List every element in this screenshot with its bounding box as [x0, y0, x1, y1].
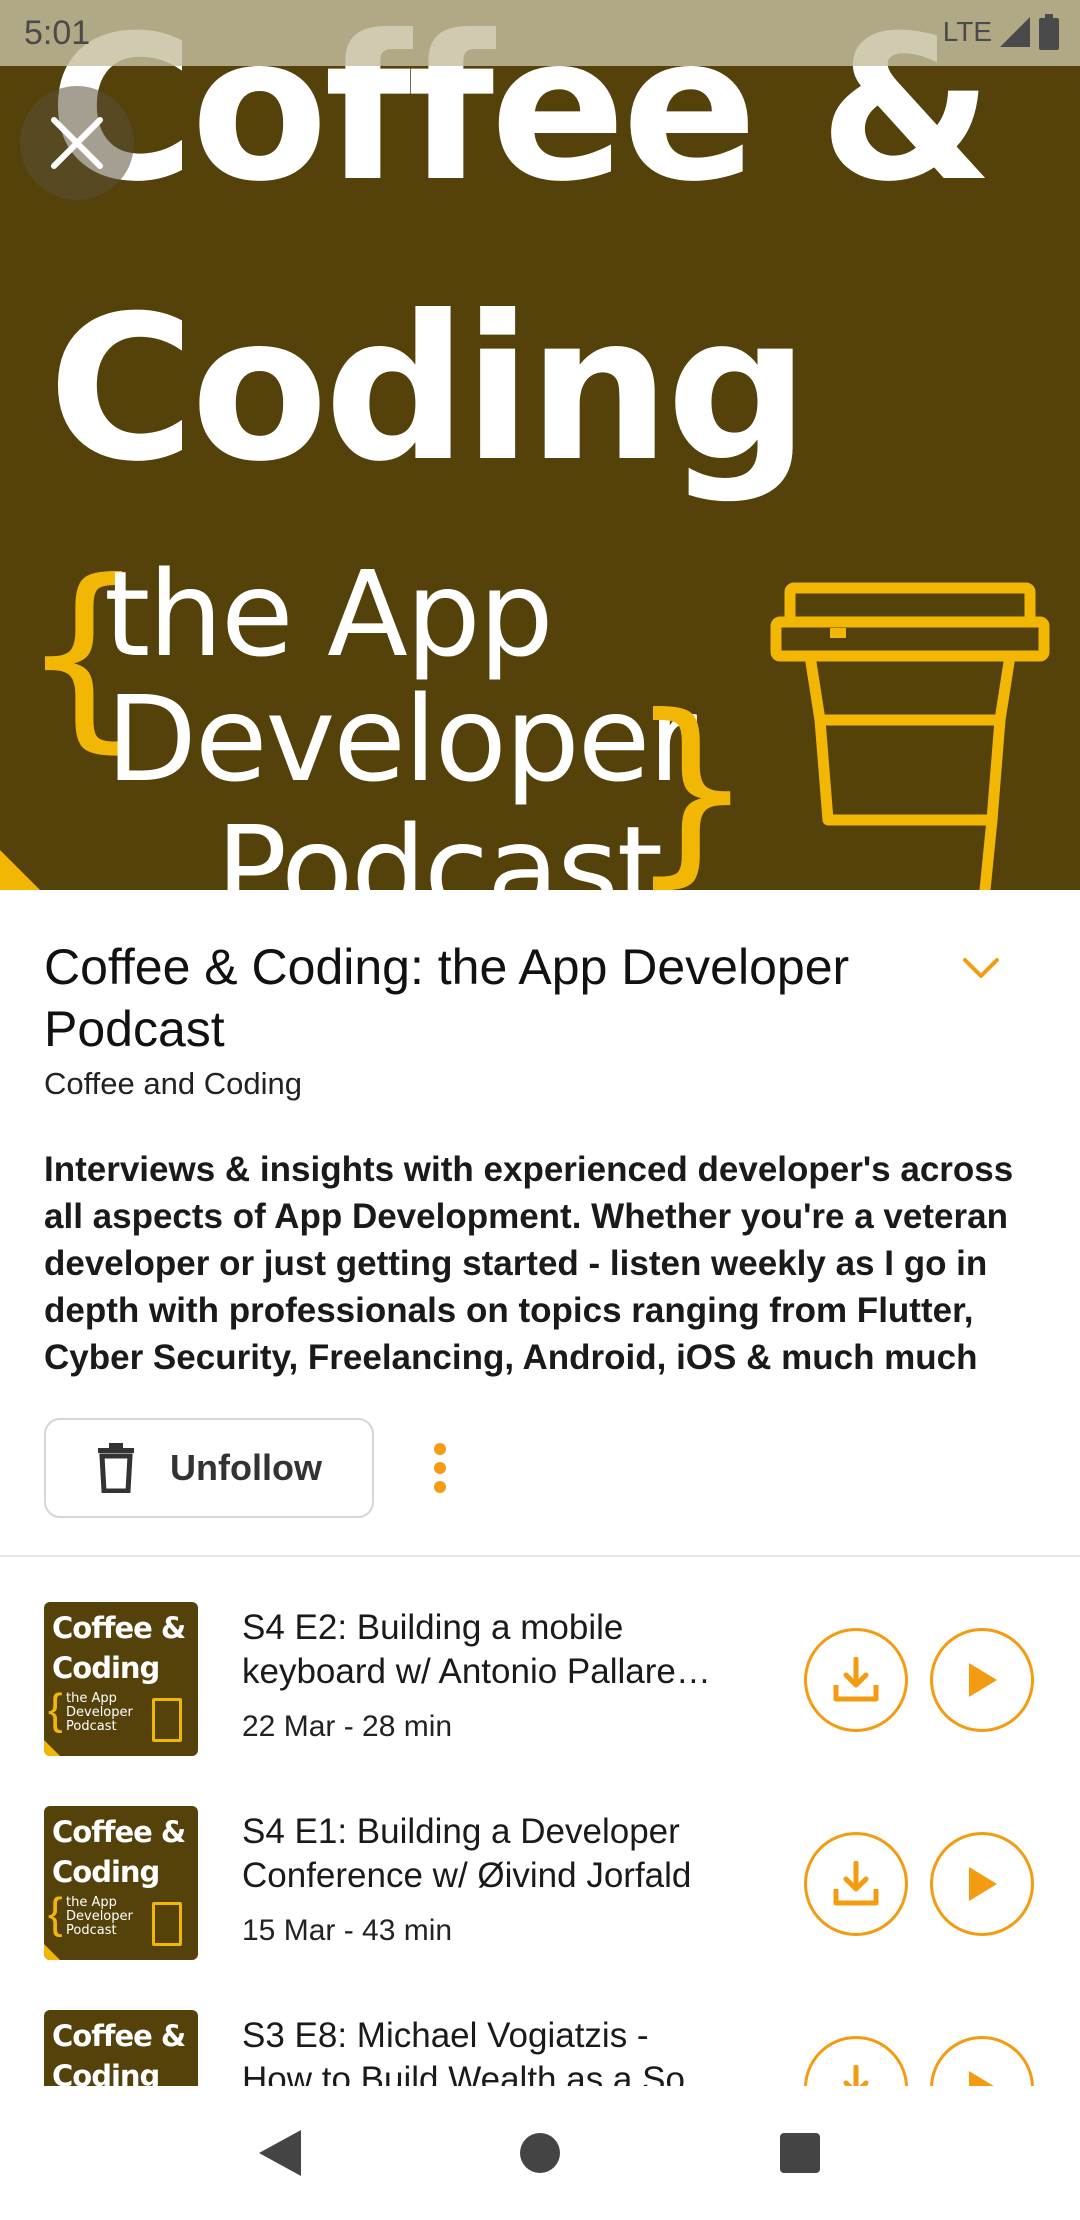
episode-title-line2: How to Build Wealth as a So…: [242, 2060, 720, 2086]
thumbnail-text-line3: the App Developer Podcast: [66, 1895, 133, 1938]
thumbnail-cup-icon: [152, 1902, 182, 1946]
podcast-title: Coffee & Coding: the App Developer Podca…: [44, 939, 850, 1057]
chevron-down-icon: [963, 958, 999, 978]
episode-meta: 22 Mar - 28 min: [242, 1710, 453, 1743]
status-icons: LTE: [943, 14, 1060, 50]
unfollow-button[interactable]: Unfollow: [44, 1418, 374, 1518]
thumbnail-corner: [44, 1944, 60, 1960]
download-button[interactable]: [804, 1832, 908, 1936]
close-button[interactable]: [20, 86, 134, 200]
episode-title[interactable]: S3 E8: Michael Vogiatzis - How to Build …: [242, 2014, 762, 2086]
cover-text-line3: the App: [104, 545, 554, 683]
section-divider: [0, 1555, 1080, 1557]
download-button[interactable]: [804, 1628, 908, 1732]
podcast-author: Coffee and Coding: [44, 1066, 302, 1101]
episode-thumbnail: Coffee & Coding { the App Developer Podc…: [44, 1806, 198, 1960]
episode-row[interactable]: Coffee & Coding { the App Developer Podc…: [0, 1560, 1080, 1764]
play-button[interactable]: [930, 1832, 1034, 1936]
cover-text-line2: Coding: [48, 273, 809, 506]
back-icon: [259, 2130, 301, 2176]
play-button[interactable]: [930, 2036, 1034, 2086]
episode-list[interactable]: Coffee & Coding { the App Developer Podc…: [0, 1560, 1080, 2086]
back-button[interactable]: [240, 2113, 320, 2193]
thumbnail-text-line3: the App Developer Podcast: [66, 1691, 133, 1734]
unfollow-label: Unfollow: [170, 1447, 322, 1488]
signal-icon: [1000, 17, 1030, 47]
download-icon: [833, 1861, 879, 1906]
thumbnail-corner: [44, 1740, 60, 1756]
play-icon: [969, 1867, 997, 1901]
recents-button[interactable]: [760, 2113, 840, 2193]
trash-icon: [98, 1443, 134, 1493]
cover-corner-accent: [0, 850, 40, 890]
episode-thumbnail: Coffee & Coding { the App Developer Podc…: [44, 1602, 198, 1756]
episode-row[interactable]: Coffee & Coding { the App Developer Podc…: [0, 1968, 1080, 2086]
network-type: LTE: [942, 16, 992, 47]
cover-text-line5: Podcast: [216, 800, 663, 890]
episode-title-line1: S3 E8: Michael Vogiatzis -: [242, 2016, 649, 2055]
download-button[interactable]: [804, 2036, 908, 2086]
play-icon: [969, 2071, 994, 2086]
thumbnail-cup-icon: [152, 1698, 182, 1742]
status-bar: 5:01 LTE: [0, 0, 1080, 66]
more-options-button[interactable]: [410, 1418, 470, 1518]
thumbnail-text-line2: Coding: [52, 1855, 160, 1889]
thumbnail-text-line2: Coding: [52, 1651, 160, 1685]
play-icon: [969, 1663, 997, 1697]
thumbnail-text-line1: Coffee &: [52, 2019, 186, 2053]
cover-brace-close: }: [628, 673, 756, 890]
play-button[interactable]: [930, 1628, 1034, 1732]
home-button[interactable]: [500, 2113, 580, 2193]
expand-description-button[interactable]: [946, 940, 1016, 996]
episode-title-line2: Conference w/ Øivind Jorfald: [242, 1856, 692, 1895]
podcast-description: Interviews & insights with experienced d…: [44, 1150, 1014, 1377]
system-navigation-bar: [0, 2086, 1080, 2220]
thumbnail-brace: {: [48, 1889, 63, 1938]
episode-title-line1: S4 E2: Building a mobile: [242, 1608, 624, 1647]
download-icon: [843, 2065, 869, 2086]
episode-title-line1: S4 E1: Building a Developer: [242, 1812, 680, 1851]
thumbnail-text-line1: Coffee &: [52, 1815, 186, 1849]
episode-title[interactable]: S4 E1: Building a Developer Conference w…: [242, 1810, 762, 1898]
status-time: 5:01: [24, 14, 91, 52]
podcast-cover-art: Coffee & Coding { the App Developer Podc…: [0, 0, 1080, 890]
close-icon: [51, 117, 103, 169]
episode-row[interactable]: Coffee & Coding { the App Developer Podc…: [0, 1764, 1080, 1968]
recents-icon: [780, 2133, 820, 2173]
episode-meta: 15 Mar - 43 min: [242, 1914, 453, 1947]
coffee-cup-icon: [770, 582, 1050, 890]
thumbnail-text-line1: Coffee &: [52, 1611, 186, 1645]
home-icon: [520, 2133, 560, 2173]
episode-thumbnail: Coffee & Coding { the App Developer Podc…: [44, 2010, 198, 2086]
episode-title-line2: keyboard w/ Antonio Pallare…: [242, 1652, 711, 1691]
more-vertical-icon: [434, 1443, 446, 1493]
cover-text-line4: Developer: [106, 670, 697, 808]
thumbnail-brace: {: [48, 1685, 63, 1734]
download-icon: [833, 1657, 879, 1702]
thumbnail-text-line2: Coding: [52, 2059, 160, 2087]
episode-title[interactable]: S4 E2: Building a mobile keyboard w/ Ant…: [242, 1606, 762, 1694]
battery-icon: [1039, 14, 1059, 50]
